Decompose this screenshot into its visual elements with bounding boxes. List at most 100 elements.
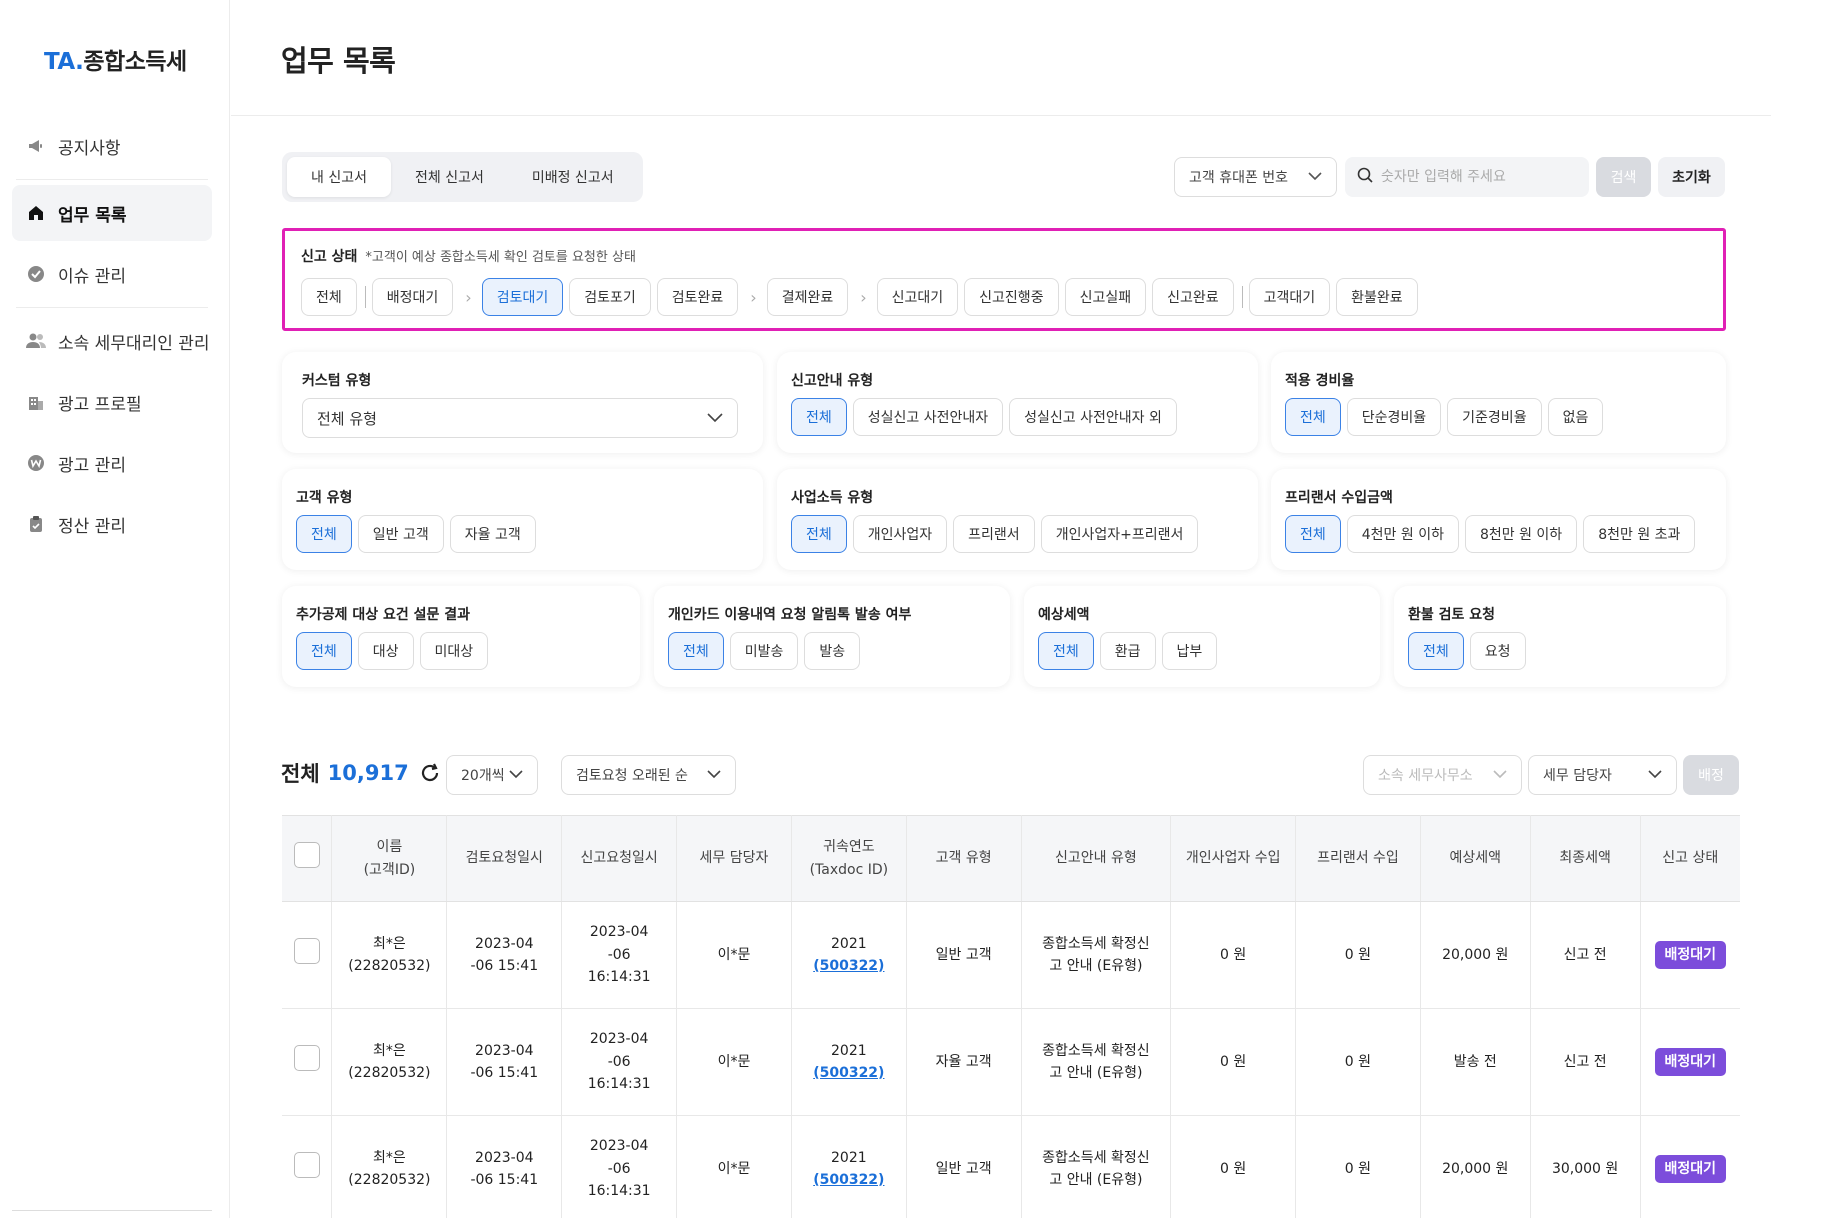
sidebar-item-agents[interactable]: 소속 세무대리인 관리 bbox=[12, 313, 212, 369]
sidebar-item-label: 광고 관리 bbox=[58, 455, 126, 476]
search-input[interactable] bbox=[1381, 169, 1571, 185]
expense-chip-none[interactable]: 없음 bbox=[1547, 398, 1604, 436]
refund-chip-request[interactable]: 요청 bbox=[1469, 632, 1526, 670]
manager-select[interactable]: 세무 담당자 bbox=[1528, 755, 1677, 795]
taxdoc-link[interactable]: (500322) bbox=[813, 1172, 884, 1188]
status-chip-filing-wait[interactable]: 신고대기 bbox=[876, 278, 959, 316]
search-type-value: 고객 휴대폰 번호 bbox=[1189, 170, 1289, 186]
sidebar-nav: 공지사항 업무 목록 이슈 관리 소속 세무대리인 관리 광고 프로필 광고 관… bbox=[12, 118, 212, 557]
tax-chip-refund[interactable]: 환급 bbox=[1099, 632, 1156, 670]
request-date-line: -06 bbox=[607, 946, 631, 963]
status-chip-all[interactable]: 전체 bbox=[301, 278, 357, 316]
filter-body: 전체 환급 납부 bbox=[1038, 632, 1223, 670]
sidebar-item-settlement[interactable]: 정산 관리 bbox=[12, 496, 212, 552]
tab-unassigned-reports[interactable]: 미배정 신고서 bbox=[508, 157, 638, 197]
cell-request-date: 2023-04 -06 16:14:31 bbox=[561, 901, 678, 1009]
brand-logo[interactable]: TA.종합소득세 bbox=[44, 42, 187, 76]
manager-value: 세무 담당자 bbox=[1543, 768, 1612, 784]
sidebar-bottom-divider bbox=[12, 1210, 212, 1211]
cell-final-tax: 신고 전 bbox=[1530, 901, 1641, 1009]
guide-line: 고 안내 (E유형) bbox=[1049, 1065, 1143, 1081]
row-checkbox[interactable] bbox=[293, 1152, 320, 1179]
search-icon bbox=[1357, 167, 1373, 187]
tax-chip-payment[interactable]: 납부 bbox=[1161, 632, 1218, 670]
chevron-right-icon: › bbox=[860, 287, 867, 307]
header-review-date: 검토요청일시 bbox=[446, 815, 563, 902]
request-date-line: 2023-04 bbox=[589, 1138, 649, 1155]
status-chip-refund-done[interactable]: 환불완료 bbox=[1336, 278, 1418, 316]
header-select-all bbox=[282, 815, 333, 902]
sidebar-item-ad-profile[interactable]: 광고 프로필 bbox=[12, 374, 212, 430]
refund-chip-all[interactable]: 전체 bbox=[1408, 632, 1464, 670]
status-chip-awaiting-assign[interactable]: 배정대기 bbox=[371, 278, 454, 316]
table-row[interactable]: 최*은 (22820532) 2023-04 -06 15:41 2023-04 -0… bbox=[282, 1115, 1740, 1218]
tax-chip-all[interactable]: 전체 bbox=[1038, 632, 1094, 670]
taxdoc-link[interactable]: (500322) bbox=[813, 1065, 884, 1081]
guide-chip-all[interactable]: 전체 bbox=[791, 398, 847, 436]
row-checkbox[interactable] bbox=[293, 938, 320, 965]
office-select[interactable]: 소속 세무사무소 bbox=[1363, 755, 1522, 795]
filter-card-expected-tax: 예상세액 전체 환급 납부 bbox=[1024, 586, 1380, 687]
biz-chip-all[interactable]: 전체 bbox=[791, 515, 847, 553]
survey-chip-target[interactable]: 대상 bbox=[357, 632, 414, 670]
biz-chip-freelancer[interactable]: 프리랜서 bbox=[953, 515, 1035, 553]
biz-chip-sole[interactable]: 개인사업자 bbox=[852, 515, 948, 553]
tab-all-reports[interactable]: 전체 신고서 bbox=[391, 157, 508, 197]
refresh-icon[interactable] bbox=[419, 762, 441, 784]
filter-card-expense-rate: 적용 경비율 전체 단순경비율 기준경비율 없음 bbox=[1271, 352, 1726, 453]
search-type-select[interactable]: 고객 휴대폰 번호 bbox=[1174, 157, 1337, 197]
status-chip-paid[interactable]: 결제완료 bbox=[766, 278, 849, 316]
survey-chip-all[interactable]: 전체 bbox=[296, 632, 352, 670]
status-chip-awaiting-review[interactable]: 검토대기 bbox=[481, 278, 564, 316]
notice-chip-unsent[interactable]: 미발송 bbox=[729, 632, 799, 670]
free-chip-under-40m[interactable]: 4천만 원 이하 bbox=[1346, 515, 1459, 553]
status-chip-filing-failed[interactable]: 신고실패 bbox=[1064, 278, 1147, 316]
customer-chip-voluntary[interactable]: 자율 고객 bbox=[449, 515, 536, 553]
sort-select[interactable]: 검토요청 오래된 순 bbox=[561, 755, 736, 795]
expense-chip-all[interactable]: 전체 bbox=[1285, 398, 1341, 436]
chevron-down-icon bbox=[1308, 169, 1322, 185]
custom-type-dropdown[interactable]: 전체 유형 bbox=[302, 398, 738, 438]
expense-chip-standard[interactable]: 기준경비율 bbox=[1447, 398, 1542, 436]
free-chip-all[interactable]: 전체 bbox=[1285, 515, 1341, 553]
select-all-checkbox[interactable] bbox=[293, 841, 320, 868]
filter-title: 적용 경비율 bbox=[1285, 373, 1355, 389]
taxdoc-link[interactable]: (500322) bbox=[813, 958, 884, 974]
customer-chip-all[interactable]: 전체 bbox=[296, 515, 352, 553]
sidebar-item-label: 광고 프로필 bbox=[58, 394, 142, 415]
sidebar-item-notice[interactable]: 공지사항 bbox=[12, 118, 212, 174]
sidebar-item-tasks[interactable]: 업무 목록 bbox=[12, 185, 212, 241]
status-chip-filing-progress[interactable]: 신고진행중 bbox=[964, 278, 1059, 316]
tab-my-reports[interactable]: 내 신고서 bbox=[287, 157, 391, 197]
chevron-right-icon: › bbox=[750, 287, 757, 307]
notice-chip-sent[interactable]: 발송 bbox=[804, 632, 861, 670]
status-chip-filing-done[interactable]: 신고완료 bbox=[1152, 278, 1234, 316]
expense-chip-simple[interactable]: 단순경비율 bbox=[1346, 398, 1442, 436]
free-chip-under-80m[interactable]: 8천만 원 이하 bbox=[1464, 515, 1578, 553]
free-chip-over-80m[interactable]: 8천만 원 초과 bbox=[1583, 515, 1696, 553]
guide-chip-sincere-other[interactable]: 성실신고 사전안내자 외 bbox=[1009, 398, 1177, 436]
users-icon bbox=[26, 331, 46, 351]
status-chip-review-dropped[interactable]: 검토포기 bbox=[569, 278, 651, 316]
status-chip-customer-wait[interactable]: 고객대기 bbox=[1248, 278, 1331, 316]
sidebar-item-issues[interactable]: 이슈 관리 bbox=[12, 246, 212, 302]
guide-chip-sincere[interactable]: 성실신고 사전안내자 bbox=[852, 398, 1004, 436]
biz-chip-both[interactable]: 개인사업자+프리랜서 bbox=[1040, 515, 1199, 553]
status-chip-review-done[interactable]: 검토완료 bbox=[656, 278, 739, 316]
row-checkbox[interactable] bbox=[293, 1045, 320, 1072]
notice-chip-all[interactable]: 전체 bbox=[668, 632, 724, 670]
search-button[interactable]: 검색 bbox=[1596, 157, 1651, 197]
sidebar-item-ad-manage[interactable]: 광고 관리 bbox=[12, 435, 212, 491]
brand-prefix: TA bbox=[44, 49, 76, 75]
report-status-filter: 신고 상태 *고객이 예상 종합소득세 확인 검토를 요청한 상태 전체 배정대기… bbox=[282, 228, 1726, 331]
page-size-select[interactable]: 20개씩 bbox=[446, 755, 538, 795]
filter-title: 신고안내 유형 bbox=[791, 373, 874, 389]
header-status: 신고 상태 bbox=[1640, 815, 1740, 902]
table-row[interactable]: 최*은 (22820532) 2023-04 -06 15:41 2023-04 -0… bbox=[282, 901, 1740, 1009]
table-row[interactable]: 최*은 (22820532) 2023-04 -06 15:41 2023-04 -0… bbox=[282, 1008, 1740, 1116]
assign-button[interactable]: 배정 bbox=[1683, 755, 1739, 795]
main-content: 업무 목록 내 신고서 전체 신고서 미배정 신고서 고객 휴대폰 번호 검색 … bbox=[231, 0, 1771, 1218]
customer-chip-general[interactable]: 일반 고객 bbox=[357, 515, 444, 553]
survey-chip-non-target[interactable]: 미대상 bbox=[419, 632, 489, 670]
reset-button[interactable]: 초기화 bbox=[1658, 157, 1725, 197]
